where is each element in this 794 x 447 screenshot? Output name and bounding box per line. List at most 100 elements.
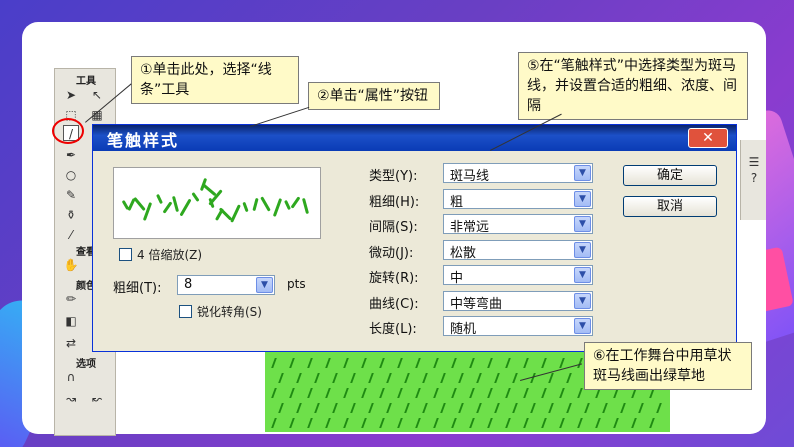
preview-stroke [171,195,180,213]
preview-stroke [242,201,249,213]
close-button[interactable]: ✕ [688,128,728,148]
thickness-unit: pts [287,277,306,291]
oval-tool-icon[interactable]: ○ [63,167,79,183]
grass-stroke [307,358,317,368]
grass-stroke [343,358,353,368]
grass-stroke [451,388,461,398]
grass-stroke [523,358,533,368]
grass-stroke [487,388,497,398]
fill-color-icon[interactable]: ◧ [63,313,79,329]
grass-stroke [325,358,335,368]
callout-step1: ①单击此处，选择“线条”工具 [131,56,299,104]
grass-stroke [566,373,576,383]
chevron-down-icon[interactable]: ▼ [574,216,591,232]
hand-tool-icon[interactable]: ✋ [63,257,79,273]
grass-stroke [476,373,486,383]
callout-step2: ②单击“属性”按钮 [308,82,440,110]
zoom-checkbox-label: 4 倍缩放(Z) [137,248,203,262]
field-select[interactable]: 中 ▼ [443,265,593,286]
smooth-icon[interactable]: ↝ [63,391,79,407]
dialog-titlebar[interactable]: 笔触样式 ✕ [93,125,736,151]
grass-stroke [361,358,371,368]
zoom-checkbox-row[interactable]: 4 倍缩放(Z) [119,246,202,263]
straighten-icon[interactable]: ↜ [89,391,105,407]
sharpen-checkbox[interactable] [179,305,192,318]
grass-stroke [505,388,515,398]
grass-stroke [512,403,522,413]
preview-stroke [290,196,301,209]
grass-stroke [379,358,389,368]
grass-stroke [361,388,371,398]
stroke-preview [113,167,321,239]
grass-stroke [440,373,450,383]
grass-stroke [289,418,299,428]
pencil-tool-icon[interactable]: ✎ [63,187,79,203]
ok-button[interactable]: 确定 [623,165,717,186]
chevron-down-icon[interactable]: ▼ [574,241,591,258]
grass-stroke [451,418,461,428]
zoom-checkbox[interactable] [119,248,132,261]
preview-stroke [162,201,173,214]
field-label: 旋转(R): [369,271,419,286]
grass-stroke [620,403,630,413]
grass-stroke [404,373,414,383]
grass-stroke [530,403,540,413]
chevron-down-icon[interactable]: ▼ [574,267,591,283]
grass-stroke [271,358,281,368]
field-select[interactable]: 斑马线 ▼ [443,163,593,184]
field-select[interactable]: 非常远 ▼ [443,214,593,235]
grass-stroke [494,373,504,383]
grass-stroke [487,358,497,368]
field-value: 随机 [450,322,477,337]
ink-bottle-icon[interactable]: ⚱ [63,207,79,223]
chevron-down-icon[interactable]: ▼ [574,318,591,334]
grass-stroke [415,418,425,428]
chevron-down-icon[interactable]: ▼ [574,190,591,207]
chevron-down-icon[interactable]: ▼ [574,292,591,309]
options-section-title: 选项 [76,359,96,370]
grass-stroke [350,373,360,383]
grass-stroke [505,358,515,368]
grass-stroke [415,388,425,398]
sharpen-checkbox-row[interactable]: 锐化转角(S) [179,303,262,320]
grass-stroke [296,403,306,413]
chevron-down-icon[interactable]: ▼ [256,277,273,293]
grass-stroke [469,418,479,428]
grass-stroke [343,418,353,428]
stroke-color-icon[interactable]: ✏ [63,291,79,307]
grass-stroke [325,418,335,428]
subselect-tool-icon[interactable]: ↖ [89,87,105,103]
arrow-tool-icon[interactable]: ➤ [63,87,79,103]
grass-stroke [566,403,576,413]
field-label: 粗细(H): [369,194,420,210]
field-select[interactable]: 中等弯曲 ▼ [443,290,593,312]
grass-stroke [523,388,533,398]
list-icon[interactable]: ☰ [746,154,762,170]
grass-stroke [289,388,299,398]
grass-stroke [386,373,396,383]
callout-step6: ⑥在工作舞台中用草状斑马线画出绿草地 [584,342,752,390]
chevron-down-icon[interactable]: ▼ [574,165,591,181]
cancel-button[interactable]: 取消 [623,196,717,217]
preview-stroke [179,198,192,217]
field-value: 斑马线 [450,169,490,184]
eyedropper-icon[interactable]: ⁄ [63,227,79,243]
grass-stroke [584,403,594,413]
grass-stroke [602,403,612,413]
snap-magnet-icon[interactable]: ∩ [63,369,79,385]
grass-stroke [548,373,558,383]
help-icon[interactable]: ? [746,170,762,186]
thickness-select[interactable]: 8 ▼ [177,275,275,295]
grass-stroke [278,403,288,413]
grass-stroke [271,418,281,428]
grass-stroke [361,418,371,428]
field-select[interactable]: 随机 ▼ [443,316,593,337]
grass-stroke [433,358,443,368]
pen-tool-icon[interactable]: ✒ [63,147,79,163]
grass-stroke [595,418,605,428]
field-select[interactable]: 松散 ▼ [443,239,593,261]
swap-colors-icon[interactable]: ⇄ [63,335,79,351]
stroke-style-dialog: 笔触样式 ✕ 4 倍缩放(Z) 粗细(T): 8 ▼ pts 锐化转角(S) 类… [92,124,737,352]
field-select[interactable]: 粗 ▼ [443,188,593,210]
preview-stroke [284,199,291,211]
